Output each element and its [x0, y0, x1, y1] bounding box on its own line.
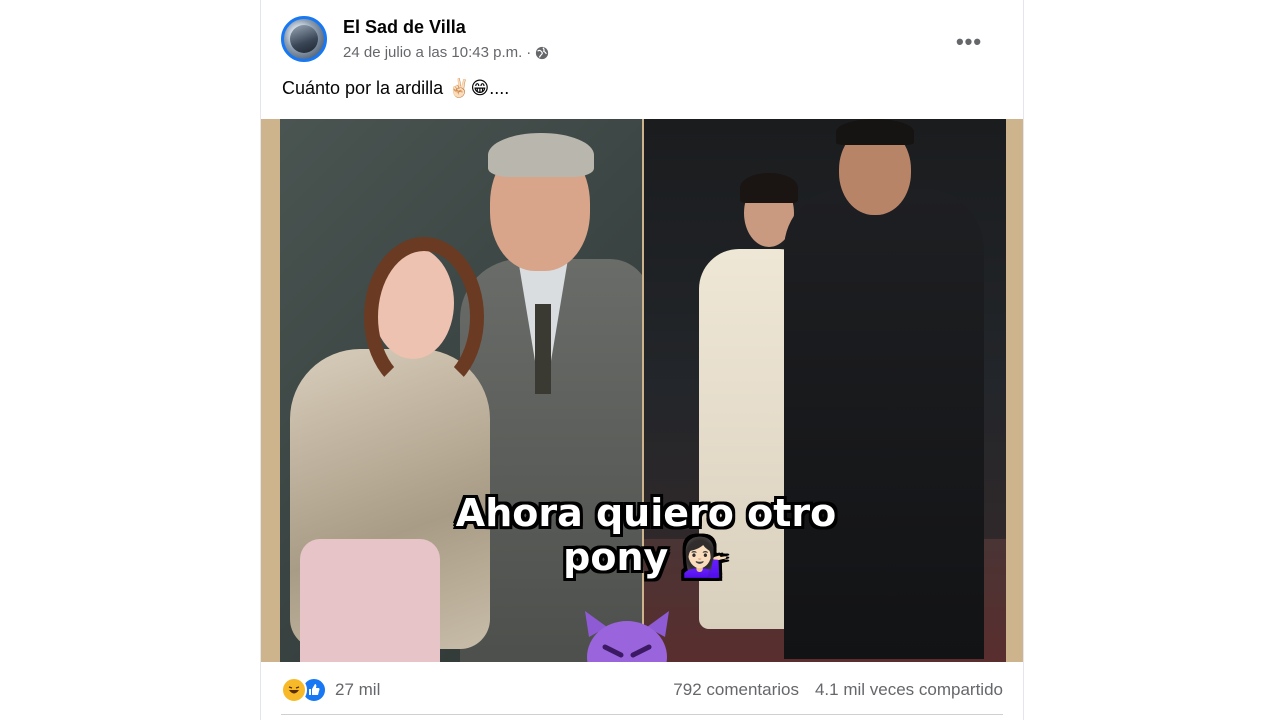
more-options-button[interactable]: ••• [951, 24, 987, 60]
meme-overlay-text: Ahora quiero otro pony 💁🏻‍♀️ [446, 491, 846, 579]
author-name[interactable]: El Sad de Villa [343, 17, 466, 38]
comments-count-link[interactable]: 792 comentarios [673, 680, 799, 700]
overlay-line-1: Ahora quiero otro [455, 491, 837, 535]
post-footer: 27 mil 792 comentarios 4.1 mil veces com… [281, 672, 1003, 708]
haha-icon [281, 677, 307, 703]
reaction-count: 27 mil [335, 680, 381, 699]
footer-divider [281, 714, 1003, 715]
devil-emoji-icon [585, 611, 669, 662]
post-meta: 24 de julio a las 10:43 p.m. · [343, 44, 549, 61]
post-image[interactable]: Ahora quiero otro pony 💁🏻‍♀️ [261, 119, 1023, 662]
shares-count-link[interactable]: 4.1 mil veces compartido [815, 680, 1003, 700]
post-header: El Sad de Villa 24 de julio a las 10:43 … [281, 14, 1001, 70]
meta-separator: · [526, 44, 532, 61]
globe-icon[interactable] [535, 46, 549, 60]
author-avatar[interactable] [281, 16, 327, 62]
post-timestamp[interactable]: 24 de julio a las 10:43 p.m. [343, 44, 522, 61]
reactions-summary[interactable]: 27 mil [281, 677, 380, 703]
facebook-post: El Sad de Villa 24 de julio a las 10:43 … [260, 0, 1024, 720]
post-caption: Cuánto por la ardilla ✌🏻😁.... [282, 78, 510, 98]
overlay-line-2: pony 💁🏻‍♀️ [563, 535, 729, 579]
photo-right-panel [644, 119, 1006, 662]
avatar-photo [290, 25, 318, 53]
photo-left-panel [280, 119, 642, 662]
